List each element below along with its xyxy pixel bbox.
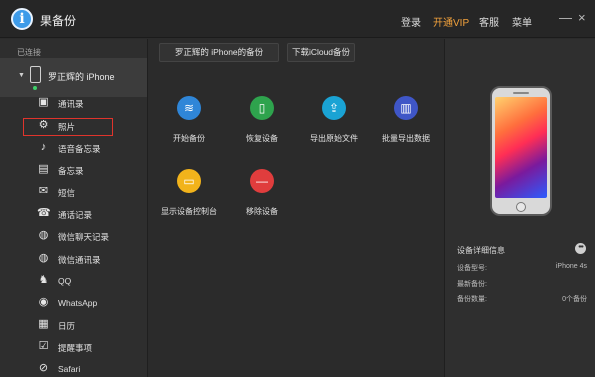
selection-highlight [23,118,113,136]
whatsapp-icon: ◉ [38,296,49,308]
action-label: 开始备份 [173,134,205,143]
phone-speaker [513,92,529,94]
message-icon: ✉ [38,185,49,197]
phone-screen [495,97,547,198]
sidebar-item-reminder[interactable]: ☑ 提醒事项 [0,336,147,358]
minimize-icon[interactable]: — [559,11,572,25]
close-icon[interactable]: × [578,11,586,25]
detail-row: 设备型号: iPhone 4s [457,263,587,275]
detail-row: 备份数量: 0个备份 [457,294,587,306]
action-label: 显示设备控制台 [161,207,217,216]
wechat-contacts-icon: ◍ [38,252,49,264]
device-name: 罗正辉的 iPhone [48,72,115,82]
sidebar-item-microphone[interactable]: ♪ 语音备忘录 [0,137,147,159]
detail-key: 最新备份: [457,281,487,288]
detail-value: 0个备份 [562,296,587,303]
console-button[interactable]: ▭ 显示设备控制台 [153,169,225,229]
connected-status-dot [33,86,37,90]
sidebar-item-label: QQ [58,276,72,286]
more-icon[interactable]: ••• [575,243,586,254]
home-button-icon [516,202,526,212]
vip-link[interactable]: 开通VIP [433,14,469,29]
sidebar-item-contacts[interactable]: ▣ 通讯录 [0,92,147,114]
detail-key: 备份数量: [457,296,487,303]
app-logo-icon: i [11,8,33,30]
caret-down-icon[interactable]: ▼ [18,72,25,79]
sidebar-item-label: 备忘录 [58,166,84,176]
contacts-icon: ▣ [38,96,49,108]
notes-icon: ▤ [38,163,49,175]
export-icon: ⇪ [322,96,346,120]
sidebar-item-label: 语音备忘录 [58,144,101,154]
detail-value: iPhone 4s [555,263,587,270]
detail-key: 设备型号: [457,265,487,272]
action-label: 移除设备 [246,207,278,216]
sidebar-item-label: WhatsApp [58,298,98,308]
sidebar-item-label: 微信通讯录 [58,255,101,265]
remove-button[interactable]: — 移除设备 [226,169,298,229]
action-label: 导出原始文件 [310,134,358,143]
device-details-title: 设备详细信息 [457,246,505,255]
calendar-icon: ▦ [38,318,49,330]
sidebar-item-qq[interactable]: ♞ QQ [0,270,147,292]
export-button[interactable]: ⇪ 导出原始文件 [298,96,370,156]
sidebar-item-safari[interactable]: ⊘ Safari [0,358,147,377]
reminder-icon: ☑ [38,340,49,352]
sidebar-item-label: 通讯录 [58,99,84,109]
phone-call-icon: ☎ [37,207,51,219]
service-link[interactable]: 客服 [479,14,499,29]
phone-restore-button[interactable]: ▯ 恢复设备 [226,96,298,156]
batch-export-icon: ▥ [394,96,418,120]
layers-button[interactable]: ≋ 开始备份 [153,96,225,156]
action-label: 批量导出数据 [382,134,430,143]
sidebar-item-message[interactable]: ✉ 短信 [0,181,147,203]
tab-icloud-backup[interactable]: 下载iCloud备份 [287,43,355,62]
app-title: 果备份 [40,14,77,28]
detail-row: 最新备份: [457,279,587,291]
title-bar: i 果备份 登录 开通VIP 客服 菜单 — × [0,0,595,38]
sidebar-item-label: 通话记录 [58,210,93,220]
console-icon: ▭ [177,169,201,193]
sidebar-item-notes[interactable]: ▤ 备忘录 [0,159,147,181]
safari-icon: ⊘ [38,362,49,374]
phone-restore-icon: ▯ [250,96,274,120]
microphone-icon: ♪ [40,141,47,153]
remove-icon: — [250,169,274,193]
qq-icon: ♞ [38,274,49,286]
action-label: 恢复设备 [246,134,278,143]
menu-link[interactable]: 菜单 [512,14,532,29]
layers-icon: ≋ [177,96,201,120]
batch-export-button[interactable]: ▥ 批量导出数据 [370,96,442,156]
sidebar-item-wechat[interactable]: ◍ 微信聊天记录 [0,225,147,247]
tab-device-backup[interactable]: 罗正辉的 iPhone的备份 [159,43,279,62]
connected-label: 已连接 [17,48,41,57]
sidebar-item-label: 日历 [58,321,76,331]
sidebar-item-label: 短信 [58,188,76,198]
sidebar-item-label: Safari [58,364,81,374]
sidebar-item-label: 提醒事项 [58,343,93,353]
sidebar-item-calendar[interactable]: ▦ 日历 [0,314,147,336]
login-link[interactable]: 登录 [401,14,421,29]
iphone-image [490,86,552,216]
wechat-icon: ◍ [38,229,49,241]
sidebar-item-label: 微信聊天记录 [58,232,110,242]
sidebar-item-wechat-contacts[interactable]: ◍ 微信通讯录 [0,248,147,270]
tab-bar: 罗正辉的 iPhone的备份 下载iCloud备份 [148,39,444,66]
sidebar-item-whatsapp[interactable]: ◉ WhatsApp [0,292,147,314]
phone-icon [30,66,41,83]
sidebar-item-phone-call[interactable]: ☎ 通话记录 [0,203,147,225]
